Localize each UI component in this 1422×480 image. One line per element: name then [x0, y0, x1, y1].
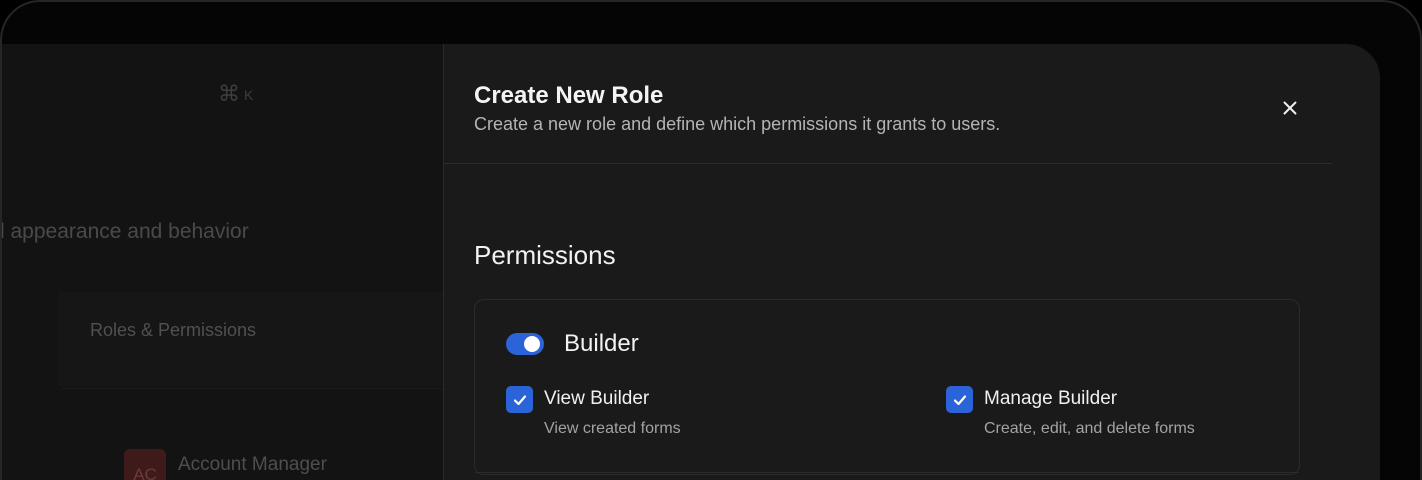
- dialog-subtitle: Create a new role and define which permi…: [474, 114, 1001, 134]
- role-avatar: AC: [124, 449, 166, 480]
- permission-description: View created forms: [544, 420, 681, 437]
- role-list-item: AC Account Manager: [124, 449, 327, 480]
- nav-divider: [62, 388, 443, 389]
- app-screen: ⌘ K l appearance and behavior Roles & Pe…: [2, 44, 1380, 480]
- builder-toggle[interactable]: [506, 333, 544, 355]
- permission-group-card: Builder View Builder View created forms: [474, 299, 1300, 475]
- command-key-icon: ⌘: [218, 82, 240, 107]
- permission-name: Manage Builder: [984, 388, 1118, 409]
- background-settings-page: ⌘ K l appearance and behavior Roles & Pe…: [2, 44, 443, 480]
- dialog-title: Create New Role: [474, 82, 664, 109]
- settings-description: l appearance and behavior: [2, 220, 249, 243]
- dialog-header: Create New Role Create a new role and de…: [444, 44, 1332, 164]
- check-icon: [513, 394, 526, 405]
- card-divider: [475, 472, 1299, 473]
- permission-description: Create, edit, and delete forms: [984, 420, 1195, 437]
- shortcut-key: K: [244, 86, 254, 103]
- create-role-dialog: Create New Role Create a new role and de…: [443, 44, 1332, 480]
- permission-group-label: Builder: [564, 330, 639, 357]
- check-icon: [953, 394, 966, 405]
- device-frame: ⌘ K l appearance and behavior Roles & Pe…: [0, 0, 1422, 480]
- close-icon: [1283, 101, 1297, 115]
- command-palette-shortcut: ⌘ K: [218, 82, 253, 107]
- close-button[interactable]: [1278, 96, 1302, 120]
- view-builder-checkbox[interactable]: [506, 386, 533, 413]
- permissions-heading: Permissions: [474, 240, 616, 270]
- toggle-knob: [524, 336, 540, 352]
- role-name: Account Manager: [178, 454, 327, 475]
- nav-item-roles-permissions: Roles & Permissions: [90, 320, 257, 340]
- permission-name: View Builder: [544, 388, 650, 409]
- manage-builder-checkbox[interactable]: [946, 386, 973, 413]
